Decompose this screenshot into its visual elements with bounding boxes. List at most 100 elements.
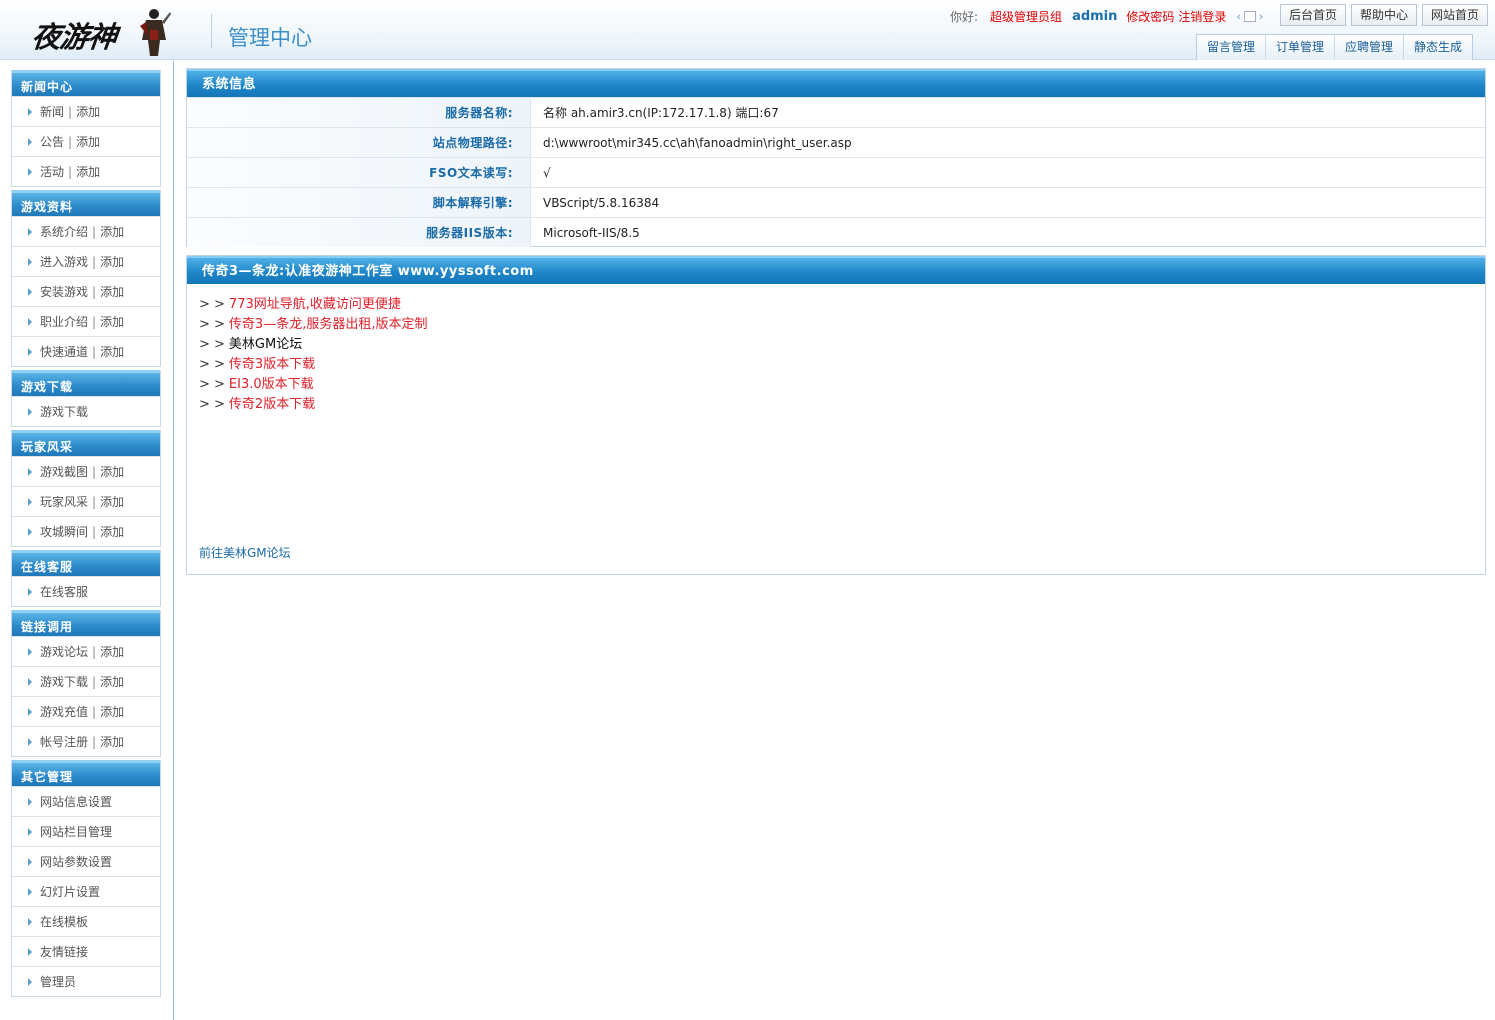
- sidebar-item-quick-access[interactable]: 快速通道 | 添加: [12, 336, 160, 366]
- sidebar-add-link[interactable]: 添加: [100, 465, 124, 479]
- menu-group-title[interactable]: 链接调用: [12, 610, 160, 636]
- sidebar-item-label[interactable]: 进入游戏: [40, 255, 88, 269]
- admin-home-button[interactable]: 后台首页: [1280, 4, 1346, 26]
- link-prefix: > >: [199, 377, 225, 392]
- site-logo[interactable]: 夜游神: [30, 6, 172, 58]
- sidebar-item-player-showcase[interactable]: 玩家风采 | 添加: [12, 486, 160, 516]
- sidebar-item-label[interactable]: 帐号注册: [40, 735, 88, 749]
- sidebar-item-siege-moments[interactable]: 攻城瞬间 | 添加: [12, 516, 160, 546]
- promo-link-server[interactable]: 传奇3—条龙,服务器出租,版本定制: [229, 317, 428, 332]
- sidebar-add-link[interactable]: 添加: [76, 135, 100, 149]
- change-password-link[interactable]: 修改密码: [1126, 8, 1174, 25]
- sidebar-item-templates[interactable]: 在线模板: [12, 906, 160, 936]
- site-home-button[interactable]: 网站首页: [1422, 4, 1488, 26]
- forum-link[interactable]: 前往美林GM论坛: [199, 544, 291, 561]
- sidebar-item-install-game[interactable]: 安装游戏 | 添加: [12, 276, 160, 306]
- sidebar-item-game-download[interactable]: 游戏下载: [12, 396, 160, 426]
- sidebar-item-friend-links[interactable]: 友情链接: [12, 936, 160, 966]
- sidebar-item-label[interactable]: 快速通道: [40, 345, 88, 359]
- sidebar-add-link[interactable]: 添加: [100, 735, 124, 749]
- sidebar-item-register[interactable]: 帐号注册 | 添加: [12, 726, 160, 756]
- sidebar-add-link[interactable]: 添加: [100, 225, 124, 239]
- sidebar-item-label[interactable]: 游戏下载: [40, 405, 88, 419]
- sidebar-item-label[interactable]: 新闻: [40, 105, 64, 119]
- sub-navigation: 留言管理 订单管理 应聘管理 静态生成: [1196, 34, 1474, 60]
- toggle-nav[interactable]: ‹ ›: [1236, 10, 1263, 23]
- sidebar-item-notice[interactable]: 公告 | 添加: [12, 126, 160, 156]
- sidebar-item-label[interactable]: 幻灯片设置: [40, 885, 100, 899]
- promo-link-forum[interactable]: 美林GM论坛: [229, 337, 302, 352]
- sidebar-item-enter-game[interactable]: 进入游戏 | 添加: [12, 246, 160, 276]
- sidebar-item-screenshots[interactable]: 游戏截图 | 添加: [12, 456, 160, 486]
- list-item: > > 传奇2版本下载: [199, 395, 427, 415]
- sidebar-item-online-support[interactable]: 在线客服: [12, 576, 160, 606]
- subnav-messages[interactable]: 留言管理: [1197, 35, 1267, 60]
- sidebar-item-site-params[interactable]: 网站参数设置: [12, 846, 160, 876]
- sidebar-add-link[interactable]: 添加: [100, 705, 124, 719]
- sidebar-add-link[interactable]: 添加: [76, 105, 100, 119]
- arrow-right-icon: [28, 828, 32, 836]
- chevron-left-icon[interactable]: ‹: [1236, 10, 1240, 23]
- sidebar-add-link[interactable]: 添加: [100, 495, 124, 509]
- menu-group-title[interactable]: 新闻中心: [12, 70, 160, 96]
- sidebar-item-news[interactable]: 新闻 | 添加: [12, 96, 160, 126]
- sidebar-item-label[interactable]: 活动: [40, 165, 64, 179]
- sidebar-item-label[interactable]: 网站信息设置: [40, 795, 112, 809]
- menu-group-title[interactable]: 在线客服: [12, 550, 160, 576]
- logout-link[interactable]: 注销登录: [1178, 8, 1226, 25]
- menu-group-title[interactable]: 玩家风采: [12, 430, 160, 456]
- sidebar-item-label[interactable]: 玩家风采: [40, 495, 88, 509]
- arrow-right-icon: [28, 948, 32, 956]
- sidebar-item-label[interactable]: 网站参数设置: [40, 855, 112, 869]
- sidebar-item-game-forum[interactable]: 游戏论坛 | 添加: [12, 636, 160, 666]
- sidebar-add-link[interactable]: 添加: [100, 255, 124, 269]
- sidebar-add-link[interactable]: 添加: [100, 315, 124, 329]
- subnav-static[interactable]: 静态生成: [1404, 35, 1472, 60]
- sidebar-item-site-columns[interactable]: 网站栏目管理: [12, 816, 160, 846]
- sidebar-item-label[interactable]: 攻城瞬间: [40, 525, 88, 539]
- sidebar-item-label[interactable]: 系统介绍: [40, 225, 88, 239]
- sidebar-item-system-intro[interactable]: 系统介绍 | 添加: [12, 216, 160, 246]
- sidebar-item-class-intro[interactable]: 职业介绍 | 添加: [12, 306, 160, 336]
- menu-group-title[interactable]: 游戏下载: [12, 370, 160, 396]
- sidebar-item-label[interactable]: 在线客服: [40, 585, 88, 599]
- sidebar-item-label[interactable]: 游戏下载: [40, 675, 88, 689]
- sidebar-item-label[interactable]: 游戏充值: [40, 705, 88, 719]
- sidebar-item-label[interactable]: 游戏论坛: [40, 645, 88, 659]
- panel-toggle-icon[interactable]: [1243, 10, 1256, 22]
- promo-link-ei3[interactable]: EI3.0版本下载: [229, 377, 314, 392]
- sidebar-item-label[interactable]: 友情链接: [40, 945, 88, 959]
- info-row-iis-version: 服务器IIS版本: Microsoft-IIS/8.5: [187, 217, 1485, 247]
- sidebar-add-link[interactable]: 添加: [100, 345, 124, 359]
- help-center-button[interactable]: 帮助中心: [1351, 4, 1417, 26]
- subnav-orders[interactable]: 订单管理: [1266, 35, 1336, 60]
- sidebar-item-label[interactable]: 游戏截图: [40, 465, 88, 479]
- sidebar-item-recharge[interactable]: 游戏充值 | 添加: [12, 696, 160, 726]
- info-label: 服务器IIS版本:: [187, 218, 531, 247]
- sidebar-item-admins[interactable]: 管理员: [12, 966, 160, 996]
- sidebar-add-link[interactable]: 添加: [76, 165, 100, 179]
- sidebar-add-link[interactable]: 添加: [100, 285, 124, 299]
- sidebar-item-slideshow[interactable]: 幻灯片设置: [12, 876, 160, 906]
- sidebar-add-link[interactable]: 添加: [100, 525, 124, 539]
- arrow-right-icon: [28, 288, 32, 296]
- arrow-right-icon: [28, 918, 32, 926]
- sidebar-add-link[interactable]: 添加: [100, 645, 124, 659]
- promo-link-mir2[interactable]: 传奇2版本下载: [229, 397, 315, 412]
- menu-group-title[interactable]: 其它管理: [12, 760, 160, 786]
- promo-link-mir3[interactable]: 传奇3版本下载: [229, 357, 315, 372]
- sidebar-item-label[interactable]: 在线模板: [40, 915, 88, 929]
- sidebar-item-label[interactable]: 职业介绍: [40, 315, 88, 329]
- sidebar-item-label[interactable]: 管理员: [40, 975, 76, 989]
- subnav-jobs[interactable]: 应聘管理: [1335, 35, 1405, 60]
- sidebar-item-label[interactable]: 安装游戏: [40, 285, 88, 299]
- sidebar-item-link-download[interactable]: 游戏下载 | 添加: [12, 666, 160, 696]
- promo-link-nav[interactable]: 773网址导航,收藏访问更便捷: [229, 297, 401, 312]
- menu-group-title[interactable]: 游戏资料: [12, 190, 160, 216]
- sidebar-item-events[interactable]: 活动 | 添加: [12, 156, 160, 186]
- chevron-right-icon[interactable]: ›: [1259, 10, 1263, 23]
- sidebar-item-label[interactable]: 网站栏目管理: [40, 825, 112, 839]
- sidebar-item-site-info[interactable]: 网站信息设置: [12, 786, 160, 816]
- sidebar-add-link[interactable]: 添加: [100, 675, 124, 689]
- sidebar-item-label[interactable]: 公告: [40, 135, 64, 149]
